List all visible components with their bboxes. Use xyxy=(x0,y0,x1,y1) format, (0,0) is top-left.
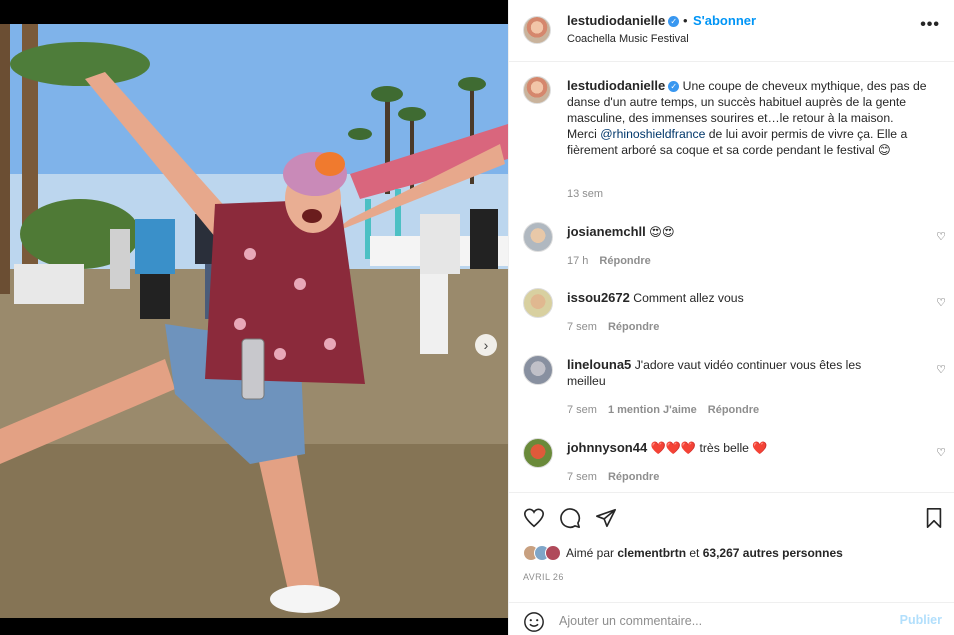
comments-section[interactable]: lestudiodanielle ✓ Une coupe de cheveux m… xyxy=(509,62,954,492)
verified-badge-icon: ✓ xyxy=(668,81,680,93)
emoji-icon[interactable] xyxy=(523,611,545,633)
carousel-next-button[interactable]: › xyxy=(475,334,497,356)
commenter-avatar[interactable] xyxy=(523,438,553,468)
comment-likes-count[interactable]: 1 mention J'aime xyxy=(608,404,697,416)
comment-body: ❤️❤️❤️ très belle ❤️ xyxy=(650,441,768,455)
comment-icon[interactable] xyxy=(559,507,581,529)
likes-middle: et xyxy=(686,546,703,560)
comment-meta: 7 sem Répondre xyxy=(567,321,670,333)
post-caption: lestudiodanielle ✓ Une coupe de cheveux m… xyxy=(567,78,939,158)
comment-composer: Publier xyxy=(509,602,954,635)
commenter-username[interactable]: johnnyson44 xyxy=(567,440,647,455)
comment-input[interactable] xyxy=(559,611,879,631)
commenter-avatar[interactable] xyxy=(523,288,553,318)
post-actions: Aimé par clementbrtn et 63,267 autres pe… xyxy=(509,492,954,602)
comment-timestamp[interactable]: 7 sem xyxy=(567,471,597,483)
comment-text: linelouna5 J'adore vaut vidéo continuer … xyxy=(567,357,897,389)
caption-timestamp[interactable]: 13 sem xyxy=(567,188,603,200)
caption-author-avatar[interactable] xyxy=(523,76,551,104)
post-media: › xyxy=(0,0,508,635)
verified-badge-icon: ✓ xyxy=(668,16,680,28)
likes-summary[interactable]: Aimé par clementbrtn et 63,267 autres pe… xyxy=(523,545,843,561)
follow-button[interactable]: S'abonner xyxy=(693,13,756,28)
bookmark-icon[interactable] xyxy=(923,507,945,529)
caption-text-prefix: Merci xyxy=(567,127,601,141)
likes-others-count[interactable]: 63,267 autres personnes xyxy=(703,546,843,560)
author-username[interactable]: lestudiodanielle xyxy=(567,13,665,28)
reply-button[interactable]: Répondre xyxy=(608,471,659,483)
comment-text: johnnyson44 ❤️❤️❤️ très belle ❤️ xyxy=(567,440,897,456)
publish-button[interactable]: Publier xyxy=(900,613,942,627)
post-date[interactable]: AVRIL 26 xyxy=(523,572,564,582)
reply-button[interactable]: Répondre xyxy=(608,321,659,333)
author-avatar[interactable] xyxy=(523,16,551,44)
more-options-icon[interactable]: ••• xyxy=(920,16,940,34)
comment-meta: 7 sem Répondre xyxy=(567,471,670,483)
liker-username[interactable]: clementbrtn xyxy=(617,546,686,560)
commenter-avatar[interactable] xyxy=(523,222,553,252)
comment-text: issou2672 Comment allez vous xyxy=(567,290,897,306)
likes-prefix: Aimé par xyxy=(566,546,618,560)
comment-text: josianemchll 😍😍 xyxy=(567,224,897,240)
commenter-username[interactable]: issou2672 xyxy=(567,290,630,305)
caption-author-username[interactable]: lestudiodanielle xyxy=(567,78,665,93)
commenter-username[interactable]: josianemchll xyxy=(567,224,646,239)
comment-body: Comment allez vous xyxy=(633,291,744,305)
separator-dot: • xyxy=(683,13,688,28)
comment-like-heart-icon[interactable]: ♡ xyxy=(936,230,946,243)
commenter-avatar[interactable] xyxy=(523,355,553,385)
comment-timestamp[interactable]: 17 h xyxy=(567,255,588,267)
comment-body: 😍😍 xyxy=(649,225,675,239)
comment-like-heart-icon[interactable]: ♡ xyxy=(936,296,946,309)
post-header: lestudiodanielle ✓ • S'abonner Coachella … xyxy=(509,0,954,62)
comment-like-heart-icon[interactable]: ♡ xyxy=(936,363,946,376)
post-side-panel: lestudiodanielle ✓ • S'abonner Coachella … xyxy=(508,0,954,635)
heart-icon[interactable] xyxy=(523,507,545,529)
comment-timestamp[interactable]: 7 sem xyxy=(567,404,597,416)
likes-text: Aimé par clementbrtn et 63,267 autres pe… xyxy=(566,546,843,560)
share-icon[interactable] xyxy=(595,507,617,529)
comment-meta: 7 sem 1 mention J'aime Répondre xyxy=(567,404,770,416)
post-location[interactable]: Coachella Music Festival xyxy=(567,33,689,45)
caption-mention-link[interactable]: @rhinoshieldfrance xyxy=(600,127,705,141)
chevron-right-icon: › xyxy=(483,337,489,353)
liker-avatar xyxy=(545,545,561,561)
instagram-post-view: › lestudiodanielle ✓ • S'abonner Coachell… xyxy=(0,0,954,635)
comment-meta: 17 h Répondre xyxy=(567,255,662,267)
reply-button[interactable]: Répondre xyxy=(708,404,759,416)
commenter-username[interactable]: linelouna5 xyxy=(567,357,631,372)
comment-like-heart-icon[interactable]: ♡ xyxy=(936,446,946,459)
comment-timestamp[interactable]: 7 sem xyxy=(567,321,597,333)
reply-button[interactable]: Répondre xyxy=(599,255,650,267)
post-photo[interactable]: › xyxy=(0,24,508,618)
